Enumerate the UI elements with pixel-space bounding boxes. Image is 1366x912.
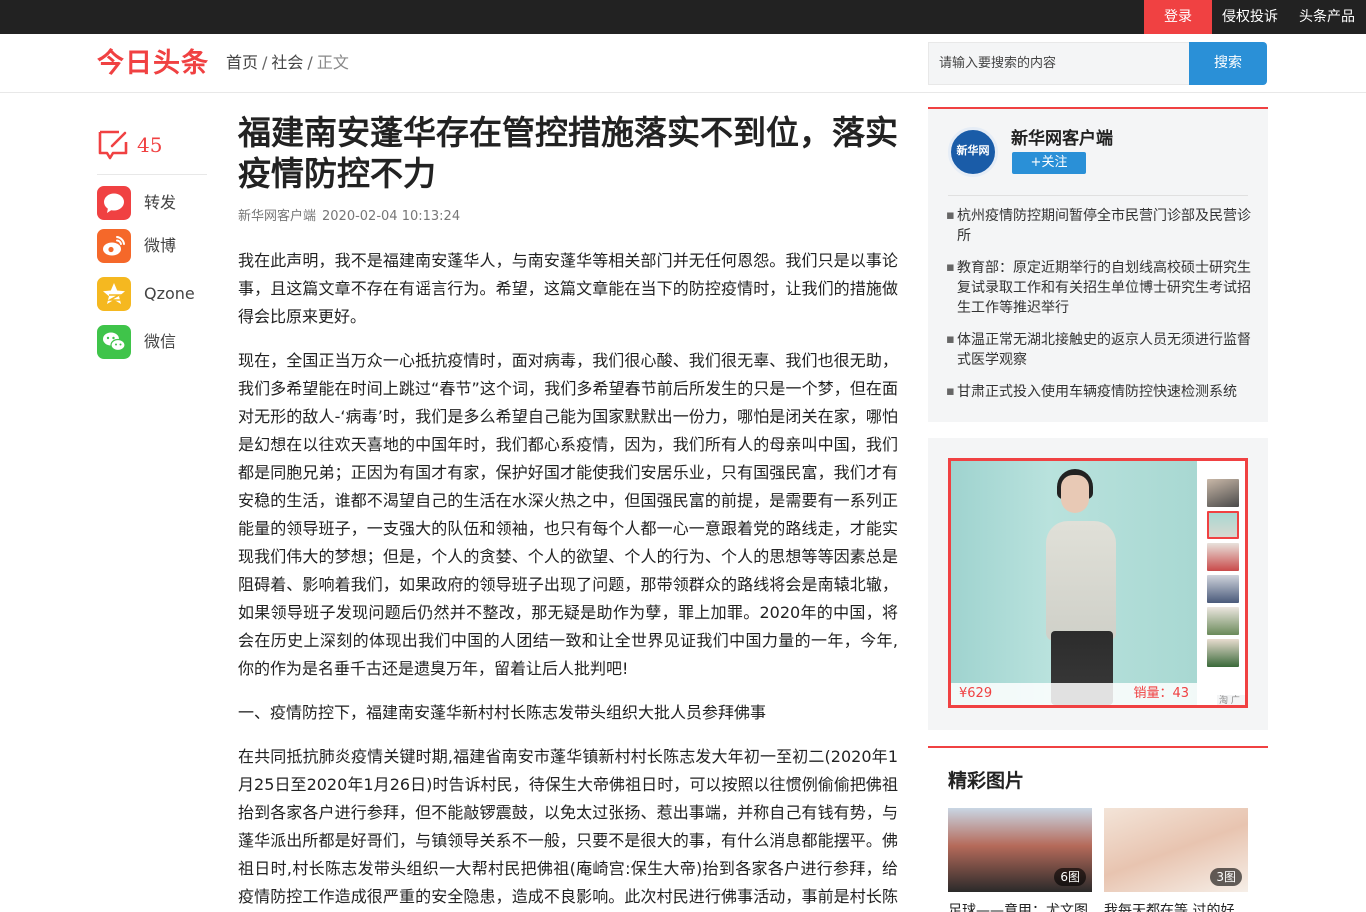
avatar[interactable]: 新华网 bbox=[948, 127, 998, 177]
products-link[interactable]: 头条产品 bbox=[1299, 0, 1355, 34]
ad-sales: 销量：43 bbox=[1133, 686, 1189, 701]
comment-count[interactable]: 45 bbox=[137, 132, 162, 158]
share-qzone[interactable]: Qzone bbox=[97, 277, 207, 311]
news-item-title[interactable]: 体温正常无湖北接触史的返京人员无须进行监督式医学观察 bbox=[957, 330, 1252, 370]
ad-thumbnail[interactable] bbox=[1207, 575, 1239, 603]
divider bbox=[97, 174, 207, 175]
share-repost[interactable]: 转发 bbox=[97, 186, 207, 220]
login-button[interactable]: 登录 bbox=[1144, 0, 1212, 34]
bullet-icon: ▪ bbox=[946, 208, 955, 223]
picture-caption[interactable]: 足球——意甲：尤文图 bbox=[948, 902, 1092, 912]
news-item-title[interactable]: 杭州疫情防控期间暂停全市民营门诊部及民营诊所 bbox=[957, 206, 1252, 246]
ad-thumbnails bbox=[1203, 479, 1243, 671]
breadcrumb-home[interactable]: 首页 bbox=[226, 53, 258, 72]
bullet-icon: ▪ bbox=[946, 332, 955, 347]
picture-count: 3图 bbox=[1210, 868, 1242, 886]
share-wechat-label: 微信 bbox=[144, 332, 177, 351]
complaint-link[interactable]: 侵权投诉 bbox=[1222, 0, 1278, 34]
follow-button[interactable]: +关注 bbox=[1012, 152, 1086, 174]
comment-icon[interactable] bbox=[97, 128, 129, 160]
wechat-icon bbox=[97, 325, 131, 359]
picture-caption[interactable]: 我每天都在等,过的好 bbox=[1104, 902, 1248, 912]
qzone-star-icon bbox=[97, 277, 131, 311]
picture-count: 6图 bbox=[1054, 868, 1086, 886]
news-item-title[interactable]: 教育部：原定近期举行的自划线高校硕士研究生复试录取工作和有关招生单位博士研究生考… bbox=[957, 258, 1252, 318]
ad-label: 淘 广告 bbox=[1217, 695, 1245, 705]
weibo-icon bbox=[97, 229, 131, 263]
top-bar: 登录 侵权投诉 头条产品 bbox=[0, 0, 1366, 34]
header: 今日头条 首页/社会/正文 搜索 bbox=[0, 34, 1366, 93]
author-name[interactable]: 新华网客户端 bbox=[1011, 128, 1113, 150]
ad-banner[interactable]: ¥629 销量：43 淘 广告 bbox=[948, 458, 1248, 708]
plus-icon: + bbox=[1030, 155, 1042, 170]
breadcrumb-society[interactable]: 社会 bbox=[271, 53, 303, 72]
share-wechat[interactable]: 微信 bbox=[97, 325, 207, 359]
ad-card: ¥629 销量：43 淘 广告 bbox=[928, 438, 1268, 730]
picture-thumbnail[interactable]: 6图 bbox=[948, 808, 1092, 892]
breadcrumb: 首页 / 社会 / 正文 bbox=[226, 53, 349, 72]
search-input[interactable] bbox=[928, 42, 1190, 85]
ad-thumbnail[interactable] bbox=[1207, 543, 1239, 571]
article-paragraph: 我在此声明，我不是福建南安蓬华人，与南安蓬华等相关部门并无任何恩怨。我们只是以事… bbox=[238, 251, 898, 326]
ad-price: ¥629 bbox=[959, 686, 993, 701]
divider bbox=[948, 195, 1248, 196]
share-repost-label: 转发 bbox=[144, 193, 177, 212]
bullet-icon: ▪ bbox=[946, 384, 955, 399]
ad-thumbnail[interactable] bbox=[1207, 607, 1239, 635]
ad-thumbnail[interactable] bbox=[1207, 479, 1239, 507]
article-source[interactable]: 新华网客户端 bbox=[238, 209, 316, 224]
follow-label: 关注 bbox=[1041, 155, 1068, 170]
news-item-title[interactable]: 甘肃正式投入使用车辆疫情防控快速检测系统 bbox=[957, 382, 1252, 402]
search-button[interactable]: 搜索 bbox=[1189, 42, 1267, 85]
repost-icon bbox=[97, 186, 131, 220]
logo[interactable]: 今日头条 bbox=[97, 48, 209, 80]
article-meta: 新华网客户端 2020-02-04 10:13:24 bbox=[238, 208, 460, 226]
article-paragraph: 现在，全国正当万众一心抵抗疫情时，面对病毒，我们很心酸、我们很无辜、我们也很无助… bbox=[238, 351, 898, 678]
article-section-heading: 一、疫情防控下，福建南安蓬华新村村长陈志发带头组织大批人员参拜佛事 bbox=[238, 703, 767, 722]
article-time: 2020-02-04 10:13:24 bbox=[322, 209, 461, 224]
pictures-section: 精彩图片 6图 3图 足球——意甲：尤文图 我每天都在等,过的好 bbox=[928, 746, 1268, 912]
share-weibo-label: 微博 bbox=[144, 236, 177, 255]
ad-product-image[interactable]: ¥629 销量：43 bbox=[951, 461, 1197, 705]
avatar-text: 新华网 bbox=[956, 144, 990, 157]
share-weibo[interactable]: 微博 bbox=[97, 229, 207, 263]
ad-info-bar: ¥629 销量：43 bbox=[951, 683, 1197, 705]
pictures-title: 精彩图片 bbox=[948, 770, 1025, 792]
bullet-icon: ▪ bbox=[946, 260, 955, 275]
picture-thumbnail[interactable]: 3图 bbox=[1104, 808, 1248, 892]
breadcrumb-current: 正文 bbox=[316, 53, 349, 72]
article-paragraph: 在共同抵抗肺炎疫情关键时期,福建省南安市蓬华镇新村村长陈志发大年初一至初二(20… bbox=[238, 747, 898, 906]
ad-thumbnail[interactable] bbox=[1207, 639, 1239, 667]
article-title: 福建南安蓬华存在管控措施落实不到位，落实疫情防控不力 bbox=[238, 113, 898, 193]
share-qzone-label: Qzone bbox=[144, 284, 195, 303]
ad-thumbnail[interactable] bbox=[1207, 511, 1239, 539]
